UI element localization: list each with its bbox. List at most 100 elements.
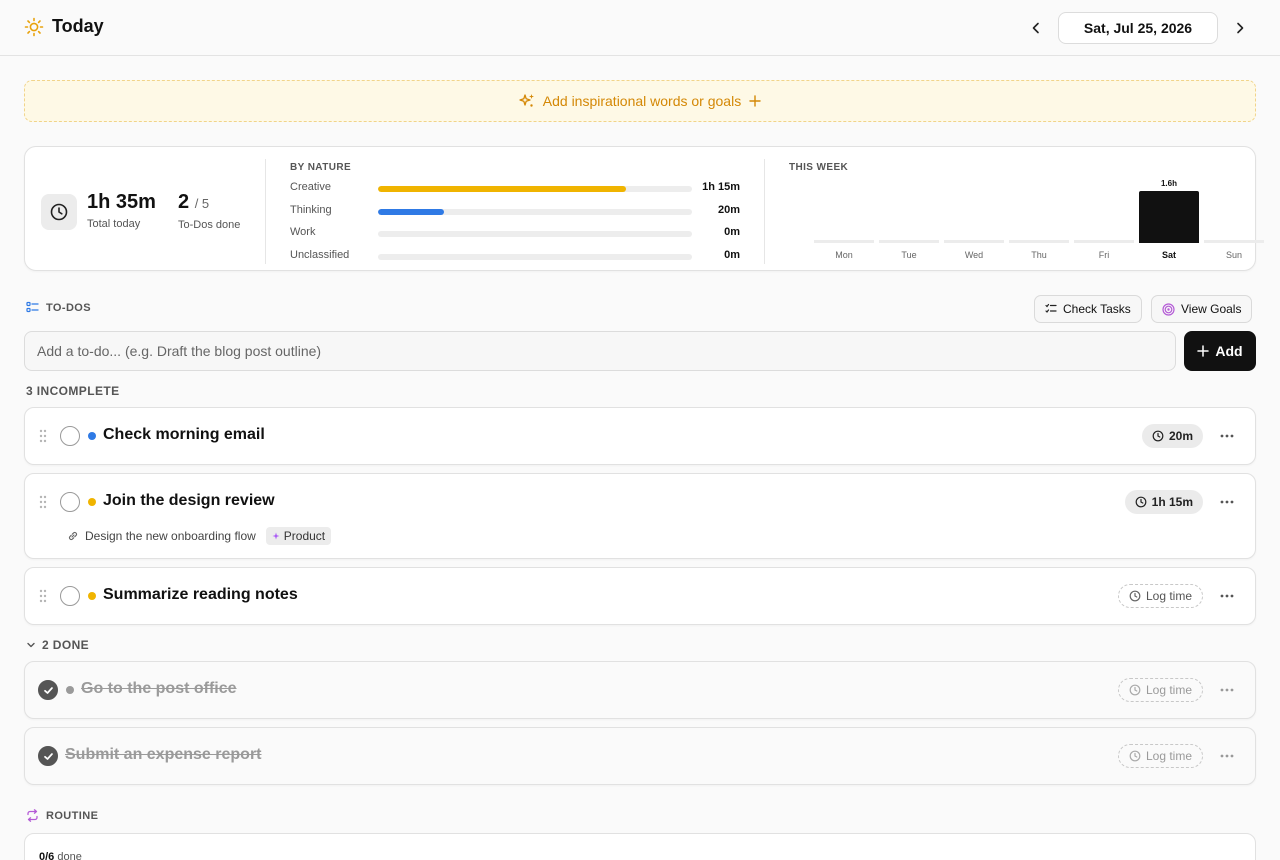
todo-checkbox[interactable] (60, 426, 80, 446)
next-day-button[interactable] (1230, 18, 1250, 38)
drag-handle-icon[interactable] (39, 495, 47, 509)
log-time-button[interactable]: Log time (1117, 584, 1203, 608)
done-item[interactable]: Go to the post office Log time (24, 661, 1256, 719)
done-item[interactable]: Submit an expense report Log time (24, 727, 1256, 785)
target-icon (1162, 302, 1175, 316)
nature-label: Unclassified (290, 248, 350, 261)
week-day-label: Fri (1098, 250, 1110, 260)
clock-icon (1129, 590, 1141, 602)
divider (764, 159, 765, 264)
nature-bar-track (378, 253, 692, 260)
view-goals-button[interactable]: View Goals (1151, 295, 1253, 323)
routine-progress: 0/6 done (39, 851, 82, 860)
todo-title[interactable]: Submit an expense report (65, 746, 262, 764)
stats-card: 1h 35m Total today 2 / 5 To-Dos done BY … (24, 146, 1264, 271)
todo-title[interactable]: Check morning email (103, 426, 265, 444)
nature-label: Creative (290, 181, 331, 193)
nature-bar-fill (378, 186, 627, 192)
previous-day-button[interactable] (1026, 18, 1046, 38)
check-tasks-button[interactable]: Check Tasks (1034, 295, 1142, 323)
page-title: Today (52, 16, 104, 36)
more-options-button[interactable] (1219, 428, 1235, 444)
more-horizontal-icon (1220, 500, 1234, 504)
week-day-label: Tue (901, 250, 917, 260)
week-day-bar (1009, 240, 1069, 243)
sparkles-icon (519, 94, 534, 107)
check-icon (43, 752, 53, 760)
nature-bar-fill (378, 208, 444, 215)
time-logged-chip[interactable]: 1h 15m (1124, 490, 1203, 514)
week-day-label: Wed (964, 250, 984, 260)
top-bar: Today Sat, Jul 25, 2026 (0, 0, 1280, 56)
date-picker-button[interactable]: Sat, Jul 25, 2026 (1058, 12, 1218, 44)
todo-title[interactable]: Summarize reading notes (103, 586, 298, 604)
nature-bar-track (378, 231, 692, 237)
nature-dot (88, 498, 96, 506)
routine-section-title: ROUTINE (26, 809, 98, 822)
todo-meta: Design the new onboarding flow Product (67, 527, 332, 545)
todos-done-value: 2 / 5 (178, 191, 210, 213)
sparkle-icon (272, 532, 280, 540)
week-day-column: Fri (1074, 177, 1134, 267)
todo-checkbox-checked[interactable] (38, 680, 58, 700)
week-day-label: Thu (1031, 250, 1047, 260)
sun-icon (24, 17, 44, 37)
week-day-bar (1139, 191, 1199, 243)
week-day-column: Tue (879, 177, 939, 267)
nature-row: Creative 1h 15m (290, 181, 740, 197)
routine-card[interactable]: 0/6 done (24, 833, 1256, 860)
more-options-button[interactable] (1219, 588, 1235, 604)
drag-handle-icon[interactable] (39, 589, 47, 603)
inspiration-label: Add inspirational words or goals (542, 93, 742, 109)
clock-icon (1129, 750, 1141, 762)
time-logged-chip[interactable]: 20m (1141, 424, 1203, 448)
log-time-button[interactable]: Log time (1117, 678, 1203, 702)
todo-checkbox[interactable] (60, 492, 80, 512)
todo-item[interactable]: Check morning email 20m (24, 407, 1256, 465)
week-day-bar (944, 240, 1004, 243)
more-options-button[interactable] (1219, 748, 1235, 764)
drag-handle-icon[interactable] (39, 429, 47, 443)
more-options-button[interactable] (1219, 494, 1235, 510)
add-todo-input[interactable] (24, 331, 1176, 371)
nature-label: Thinking (290, 203, 332, 216)
total-time-label: Total today (87, 218, 141, 230)
nature-bar-track (378, 208, 692, 215)
clock-icon (1152, 430, 1164, 442)
nature-dot (66, 686, 74, 694)
todo-item[interactable]: Join the design review 1h 15m Design the… (24, 473, 1256, 559)
clock-icon (1135, 496, 1147, 508)
divider (265, 159, 266, 264)
more-horizontal-icon (1220, 754, 1234, 758)
more-horizontal-icon (1220, 688, 1234, 692)
done-group-toggle[interactable]: 2 DONE (26, 638, 89, 652)
log-time-button[interactable]: Log time (1117, 744, 1203, 768)
checklist-icon (26, 301, 39, 313)
chevron-down-icon (27, 642, 35, 648)
link-icon (68, 531, 78, 541)
nature-value: 1h 15m (702, 181, 740, 193)
nature-value: 20m (717, 203, 740, 216)
this-week-chart: Mon Tue Wed Thu Fri 1.6h Sat Sun (790, 177, 1264, 267)
week-day-bar (814, 240, 874, 243)
todo-title[interactable]: Go to the post office (81, 680, 237, 698)
nature-row: Unclassified 0m (290, 249, 740, 265)
nature-row: Thinking 20m (290, 204, 740, 220)
more-options-button[interactable] (1219, 682, 1235, 698)
by-nature-title: BY NATURE (290, 162, 352, 173)
todo-checkbox[interactable] (60, 586, 80, 606)
todos-total-value: / 5 (194, 196, 210, 211)
inspiration-banner[interactable]: Add inspirational words or goals (24, 80, 1256, 122)
this-week-title: THIS WEEK (789, 162, 849, 173)
clock-icon (1129, 684, 1141, 696)
incomplete-group-label: 3 INCOMPLETE (26, 384, 120, 398)
clock-icon-box (41, 194, 77, 230)
todo-title[interactable]: Join the design review (103, 492, 275, 510)
todo-checkbox-checked[interactable] (38, 746, 58, 766)
week-day-column: Mon (814, 177, 874, 267)
add-todo-button[interactable]: Add (1184, 331, 1256, 371)
todo-item[interactable]: Summarize reading notes Log time (24, 567, 1256, 625)
more-horizontal-icon (1220, 594, 1234, 598)
project-tag[interactable]: Product (265, 527, 332, 545)
linked-goal[interactable]: Design the new onboarding flow (85, 529, 256, 543)
